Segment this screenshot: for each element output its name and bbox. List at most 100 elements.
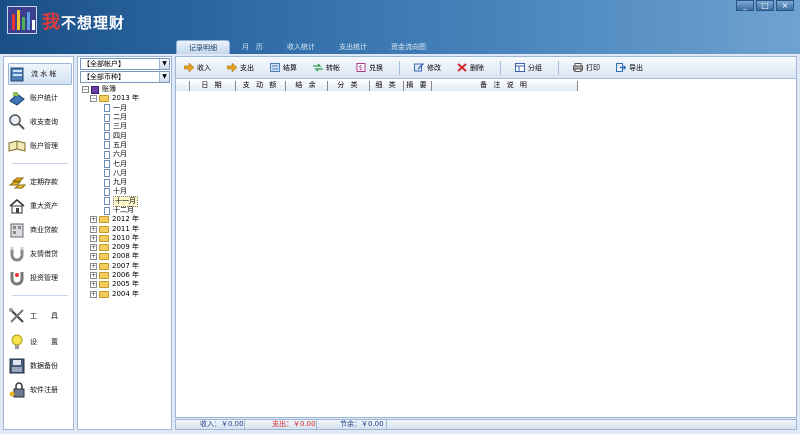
nav-item-backup[interactable]: 数据备份 [8,355,72,377]
nav-item-friendly-loan[interactable]: 友情借贷 [8,243,72,265]
nav-item-settings[interactable]: 设 置 [8,331,72,353]
tree-month[interactable]: 九月 [82,178,170,187]
nav-item-ledger[interactable]: 流 水 帐 [8,63,72,85]
document-icon [104,141,110,150]
column-amount[interactable]: 支 动 额 [236,81,286,91]
tree-month[interactable]: 十一月 [82,195,170,207]
tree-month[interactable]: 三月 [82,122,170,131]
delete-button[interactable]: 删除 [457,63,484,73]
expand-icon[interactable]: + [90,216,97,224]
tree-year[interactable]: +2004 年 [82,290,170,299]
toolbar: 收入 支出 结算 转帐 $ 兑换 修改 删除 分组 打印 导出 [176,57,796,79]
key-lock-icon [8,381,26,399]
group-button[interactable]: 分组 [515,63,542,73]
lightbulb-icon [8,333,26,351]
app-title-prefix: 我 [42,12,61,33]
expand-icon[interactable]: + [90,281,97,289]
tree-year[interactable]: +2006 年 [82,271,170,280]
account-select[interactable]: 【全部帐户】 ▼ [80,58,170,70]
column-summary[interactable]: 摘 要 [404,81,432,91]
export-button[interactable]: 导出 [616,63,643,73]
exchange-icon: $ [356,63,366,72]
column-subcategory[interactable]: 细 类 [370,81,404,91]
export-icon [616,63,627,72]
tree-year[interactable]: +2010 年 [82,234,170,243]
tree-month[interactable]: 六月 [82,150,170,159]
tab-expense-stats[interactable]: 支出统计 [327,40,379,54]
balance-total: 节余：￥0.00 [340,420,384,428]
collapse-icon[interactable]: − [82,86,89,94]
nav-item-commercial-loan[interactable]: 商业贷款 [8,219,72,241]
expand-icon[interactable]: + [90,244,97,252]
close-button[interactable]: × [776,0,794,11]
tree-year[interactable]: +2008 年 [82,252,170,261]
tree-month[interactable]: 四月 [82,131,170,141]
tree-month[interactable]: 五月 [82,141,170,150]
exchange-button[interactable]: $ 兑换 [356,63,383,73]
book-icon [8,137,26,155]
magnet-icon [8,245,26,263]
edit-button[interactable]: 修改 [414,63,441,73]
tree-root[interactable]: − 账簿 [82,85,170,94]
nav-item-search[interactable]: 收支查询 [8,111,72,133]
maximize-button[interactable]: □ [756,0,774,11]
tree-month[interactable]: 一月 [82,104,170,113]
tree-month[interactable]: 七月 [82,159,170,169]
tab-calendar[interactable]: 月 历 [230,40,275,54]
nav-item-investment[interactable]: 投资管理 [8,267,72,289]
nav-item-tools[interactable]: 工 具 [8,305,72,327]
settle-icon [270,63,280,72]
column-date[interactable]: 日 期 [190,81,236,91]
tree-year[interactable]: +2012 年 [82,215,170,224]
print-button[interactable]: 打印 [573,63,600,73]
house-icon [8,197,26,215]
currency-select[interactable]: 【全部币种】 ▼ [80,71,170,83]
tree-year[interactable]: +2011 年 [82,224,170,233]
collapse-icon[interactable]: − [90,95,97,103]
tab-income-stats[interactable]: 收入统计 [275,40,327,54]
transfer-button[interactable]: 转帐 [313,63,340,73]
tree-month[interactable]: 十二月 [82,206,170,215]
app-title-rest: 不想理财 [61,14,126,32]
income-arrow-icon [183,62,195,73]
income-button[interactable]: 收入 [183,62,211,73]
expand-icon[interactable]: + [90,262,97,270]
income-total: 收入：￥0.00 [200,420,244,428]
tree-year[interactable]: +2005 年 [82,280,170,289]
expand-icon[interactable]: + [90,290,97,298]
tree-month[interactable]: 二月 [82,113,170,122]
expand-icon[interactable]: + [90,225,97,233]
settle-button[interactable]: 结算 [270,63,297,73]
svg-text:$: $ [359,64,363,72]
nav-item-register[interactable]: 软件注册 [8,379,72,401]
expand-icon[interactable]: + [90,234,97,242]
folder-icon [99,225,109,233]
column-notes[interactable]: 备 注 说 明 [432,81,578,91]
expand-icon[interactable]: + [90,272,97,280]
transfer-icon [313,63,323,72]
tools-icon [8,307,26,325]
tab-cash-flow[interactable]: 资金流向图 [379,40,438,54]
records-panel: 收入 支出 结算 转帐 $ 兑换 修改 删除 分组 打印 导出 日 期 支 动 … [175,56,797,418]
edit-icon [414,63,424,72]
chevron-down-icon[interactable]: ▼ [159,72,169,82]
nav-item-account-stats[interactable]: 账户统计 [8,87,72,109]
chevron-down-icon[interactable]: ▼ [159,59,169,69]
tab-records[interactable]: 记录明细 [176,40,230,54]
folder-icon [99,234,109,242]
expand-icon[interactable]: + [90,253,97,261]
tree-year[interactable]: +2009 年 [82,243,170,252]
minimize-button[interactable]: _ [736,0,754,11]
expense-button[interactable]: 支出 [226,62,254,73]
tree-year[interactable]: − 2013 年 [82,94,170,103]
nav-divider [12,163,68,164]
nav-item-fixed-deposit[interactable]: 定期存款 [8,171,72,193]
tree-month[interactable]: 八月 [82,169,170,178]
tree-year[interactable]: +2007 年 [82,262,170,271]
nav-item-major-assets[interactable]: 重大资产 [8,195,72,217]
nav-item-account-manage[interactable]: 账户管理 [8,135,72,157]
document-icon [104,104,110,113]
column-category[interactable]: 分 类 [328,81,370,91]
document-icon [104,197,110,206]
column-balance[interactable]: 结 余 [286,81,328,91]
